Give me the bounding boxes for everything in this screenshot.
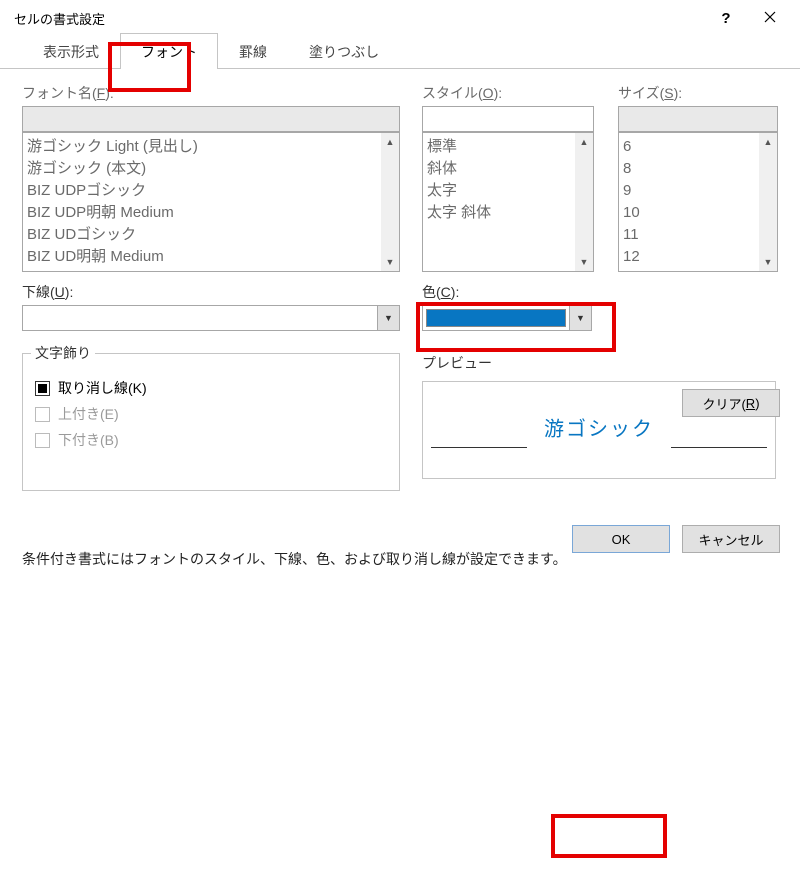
titlebar: セルの書式設定 ? [0, 0, 800, 36]
list-item[interactable]: 6 [623, 136, 773, 158]
list-item[interactable]: 太字 斜体 [427, 202, 589, 224]
format-cells-dialog: セルの書式設定 ? 表示形式 フォント 罫線 塗りつぶし フォント名(F): [0, 0, 800, 870]
dialog-title: セルの書式設定 [14, 9, 704, 28]
dialog-body: フォント名(F): 游ゴシック Light (見出し) 游ゴシック (本文) B… [0, 69, 800, 569]
color-combo[interactable]: ▼ [422, 305, 592, 331]
close-icon [764, 10, 776, 27]
underline-label: 下線(U): [22, 282, 400, 302]
scroll-up-icon[interactable]: ▲ [381, 133, 399, 151]
font-style-label: スタイル(O): [422, 83, 594, 103]
scroll-down-icon[interactable]: ▼ [381, 253, 399, 271]
underline-value [23, 306, 377, 330]
color-swatch [426, 309, 566, 327]
font-size-list[interactable]: 6 8 9 10 11 12 ▲ ▼ [618, 132, 778, 272]
close-button[interactable] [748, 3, 792, 33]
list-item[interactable]: BIZ UD明朝 Medium [27, 246, 395, 268]
list-item[interactable]: 太字 [427, 180, 589, 202]
list-item[interactable]: 標準 [427, 136, 589, 158]
help-icon: ? [721, 10, 730, 27]
list-item[interactable]: 斜体 [427, 158, 589, 180]
checkbox-indeterminate-icon [38, 384, 47, 393]
preview-underline-right [671, 447, 767, 448]
ok-button[interactable]: OK [572, 525, 670, 553]
strikethrough-checkbox[interactable]: 取り消し線(K) [35, 378, 387, 398]
scroll-up-icon[interactable]: ▲ [759, 133, 777, 151]
list-item[interactable]: 游ゴシック (本文) [27, 158, 395, 180]
font-name-list[interactable]: 游ゴシック Light (見出し) 游ゴシック (本文) BIZ UDPゴシック… [22, 132, 400, 272]
subscript-checkbox: 下付き(B) [35, 430, 387, 450]
scrollbar[interactable]: ▲ ▼ [759, 133, 777, 271]
tab-strip: 表示形式 フォント 罫線 塗りつぶし [0, 36, 800, 69]
list-item[interactable]: 9 [623, 180, 773, 202]
preview-underline-left [431, 447, 527, 448]
list-item[interactable]: BIZ UDゴシック [27, 224, 395, 246]
chevron-down-icon[interactable]: ▼ [569, 306, 591, 330]
underline-combo[interactable]: ▼ [22, 305, 400, 331]
tab-fill[interactable]: 塗りつぶし [288, 33, 400, 69]
cancel-button[interactable]: キャンセル [682, 525, 780, 553]
help-button[interactable]: ? [704, 3, 748, 33]
scroll-down-icon[interactable]: ▼ [575, 253, 593, 271]
scrollbar[interactable]: ▲ ▼ [575, 133, 593, 271]
list-item[interactable]: 10 [623, 202, 773, 224]
list-item[interactable]: BIZ UDPゴシック [27, 180, 395, 202]
tab-border[interactable]: 罫線 [218, 33, 288, 69]
font-size-label: サイズ(S): [618, 83, 778, 103]
preview-text: 游ゴシック [544, 413, 654, 448]
list-item[interactable]: 游ゴシック Light (見出し) [27, 136, 395, 158]
effects-legend: 文字飾り [31, 343, 95, 363]
annotation-highlight-ok [551, 814, 667, 858]
scroll-down-icon[interactable]: ▼ [759, 253, 777, 271]
list-item[interactable]: 11 [623, 224, 773, 246]
color-label: 色(C): [422, 282, 592, 302]
effects-group: 文字飾り 取り消し線(K) 上付き(E) 下付き(B) [22, 353, 400, 491]
scroll-up-icon[interactable]: ▲ [575, 133, 593, 151]
font-name-input[interactable] [22, 106, 400, 132]
list-item[interactable]: BIZ UDP明朝 Medium [27, 202, 395, 224]
list-item[interactable]: 12 [623, 246, 773, 268]
clear-button[interactable]: クリア(R) [682, 389, 780, 417]
preview-legend: プレビュー [422, 353, 776, 373]
font-name-label: フォント名(F): [22, 83, 400, 103]
superscript-checkbox: 上付き(E) [35, 404, 387, 424]
font-style-list[interactable]: 標準 斜体 太字 太字 斜体 ▲ ▼ [422, 132, 594, 272]
tab-number-format[interactable]: 表示形式 [22, 33, 120, 69]
tab-font[interactable]: フォント [120, 33, 218, 69]
chevron-down-icon[interactable]: ▼ [377, 306, 399, 330]
font-style-input[interactable] [422, 106, 594, 132]
scrollbar[interactable]: ▲ ▼ [381, 133, 399, 271]
font-size-input[interactable] [618, 106, 778, 132]
list-item[interactable]: 8 [623, 158, 773, 180]
